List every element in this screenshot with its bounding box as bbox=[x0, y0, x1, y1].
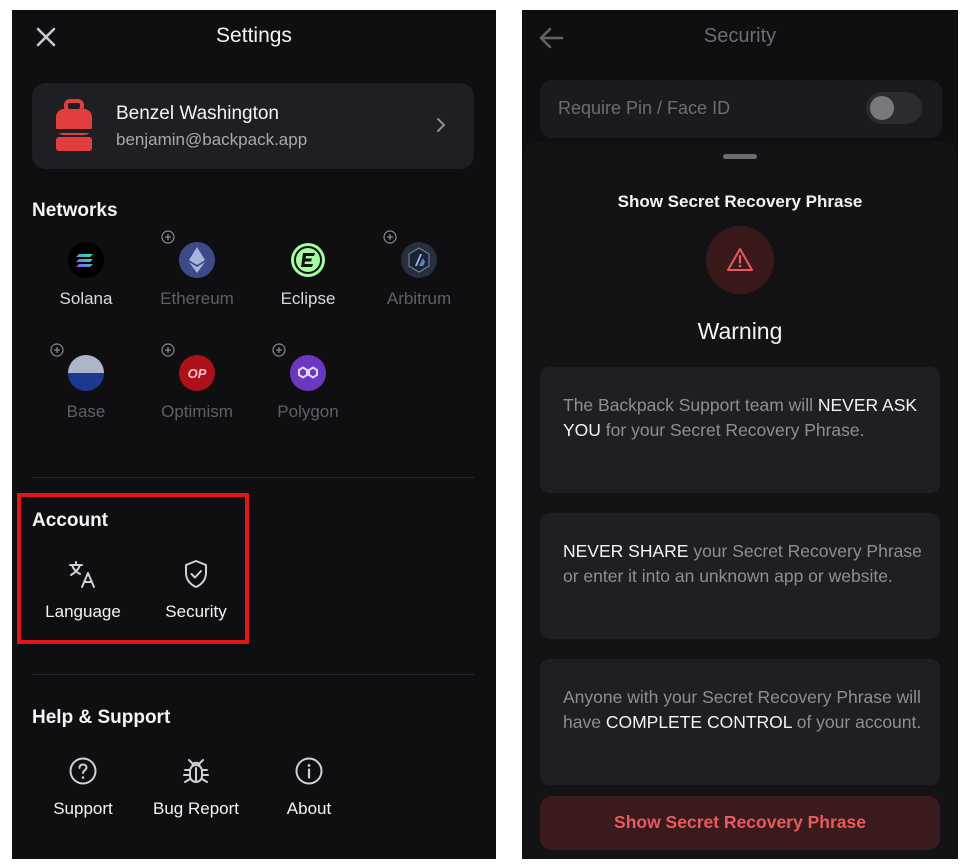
page-title: Settings bbox=[216, 24, 292, 47]
help-label: About bbox=[286, 799, 332, 818]
highlight-annotation bbox=[17, 493, 249, 644]
divider bbox=[32, 477, 474, 478]
warning-card: The Backpack Support team will NEVER ASK… bbox=[540, 367, 940, 493]
show-recovery-phrase-button[interactable]: Show Secret Recovery Phrase bbox=[540, 796, 940, 850]
network-solana[interactable]: Solana bbox=[36, 242, 136, 332]
network-label: Eclipse bbox=[280, 289, 336, 308]
info-circle-icon bbox=[295, 757, 323, 785]
help-label: Bug Report bbox=[153, 799, 239, 818]
optimism-badge: OP bbox=[188, 366, 207, 381]
warning-card: Anyone with your Secret Recovery Phrase … bbox=[540, 659, 940, 785]
help-label: Support bbox=[53, 799, 113, 818]
network-arbitrum[interactable]: Arbitrum bbox=[369, 230, 469, 332]
security-panel: Security Require Pin / Face ID Show Secr… bbox=[522, 10, 958, 859]
profile-card[interactable]: Benzel Washington benjamin@backpack.app bbox=[32, 83, 474, 169]
polygon-icon bbox=[290, 355, 326, 391]
sheet-grabber[interactable] bbox=[723, 154, 757, 159]
network-label: Arbitrum bbox=[386, 289, 452, 308]
network-label: Base bbox=[66, 402, 106, 421]
warning-badge bbox=[706, 226, 774, 294]
settings-panel: Settings Benzel Washington benjamin@back… bbox=[12, 10, 496, 859]
warning-card: NEVER SHARE your Secret Recovery Phrase … bbox=[540, 513, 940, 639]
network-label: Optimism bbox=[161, 402, 233, 421]
networks-title: Networks bbox=[32, 200, 118, 221]
arbitrum-icon bbox=[401, 242, 437, 278]
network-label: Polygon bbox=[277, 402, 339, 421]
question-circle-icon bbox=[69, 757, 97, 785]
optimism-icon: OP bbox=[179, 355, 215, 391]
add-circle-icon bbox=[50, 343, 64, 357]
warning-text: Anyone with your Secret Recovery Phrase … bbox=[563, 687, 922, 732]
button-label: Show Secret Recovery Phrase bbox=[614, 812, 866, 832]
bug-icon bbox=[183, 759, 209, 783]
network-ethereum[interactable]: Ethereum bbox=[147, 230, 247, 332]
help-bug-report[interactable]: Bug Report bbox=[141, 755, 251, 825]
sheet-title: Show Secret Recovery Phrase bbox=[617, 192, 863, 211]
profile-email: benjamin@backpack.app bbox=[116, 130, 308, 149]
warning-triangle-icon bbox=[727, 248, 753, 271]
recovery-phrase-sheet: Show Secret Recovery Phrase Warning The … bbox=[522, 142, 958, 859]
network-polygon[interactable]: Polygon bbox=[258, 343, 358, 445]
add-circle-icon bbox=[161, 343, 175, 357]
warning-text: NEVER SHARE your Secret Recovery Phrase … bbox=[563, 541, 922, 586]
network-optimism[interactable]: OP Optimism bbox=[147, 343, 247, 445]
add-circle-icon bbox=[383, 230, 397, 244]
network-base[interactable]: Base bbox=[36, 343, 136, 445]
warning-text: The Backpack Support team will NEVER ASK… bbox=[563, 395, 918, 440]
warning-heading: Warning bbox=[697, 318, 783, 344]
network-eclipse[interactable]: Eclipse bbox=[258, 242, 358, 332]
solana-icon bbox=[68, 242, 104, 278]
divider bbox=[32, 674, 474, 675]
network-label: Ethereum bbox=[160, 289, 234, 308]
add-circle-icon bbox=[272, 343, 286, 357]
eclipse-icon bbox=[291, 243, 325, 277]
require-pin-label: Require Pin / Face ID bbox=[558, 98, 731, 118]
network-label: Solana bbox=[59, 289, 113, 308]
backpack-avatar-icon bbox=[56, 99, 92, 151]
require-pin-row: Require Pin / Face ID bbox=[540, 80, 942, 138]
profile-name: Benzel Washington bbox=[116, 103, 280, 124]
chevron-right-icon bbox=[437, 118, 445, 132]
toggle-knob bbox=[870, 96, 894, 120]
ethereum-icon bbox=[179, 242, 215, 278]
base-icon bbox=[68, 355, 104, 391]
add-circle-icon bbox=[161, 230, 175, 244]
require-pin-toggle[interactable] bbox=[866, 92, 922, 124]
help-about[interactable]: About bbox=[254, 755, 364, 825]
security-title: Security bbox=[703, 25, 777, 47]
help-support[interactable]: Support bbox=[28, 755, 138, 825]
help-title: Help & Support bbox=[32, 707, 171, 728]
